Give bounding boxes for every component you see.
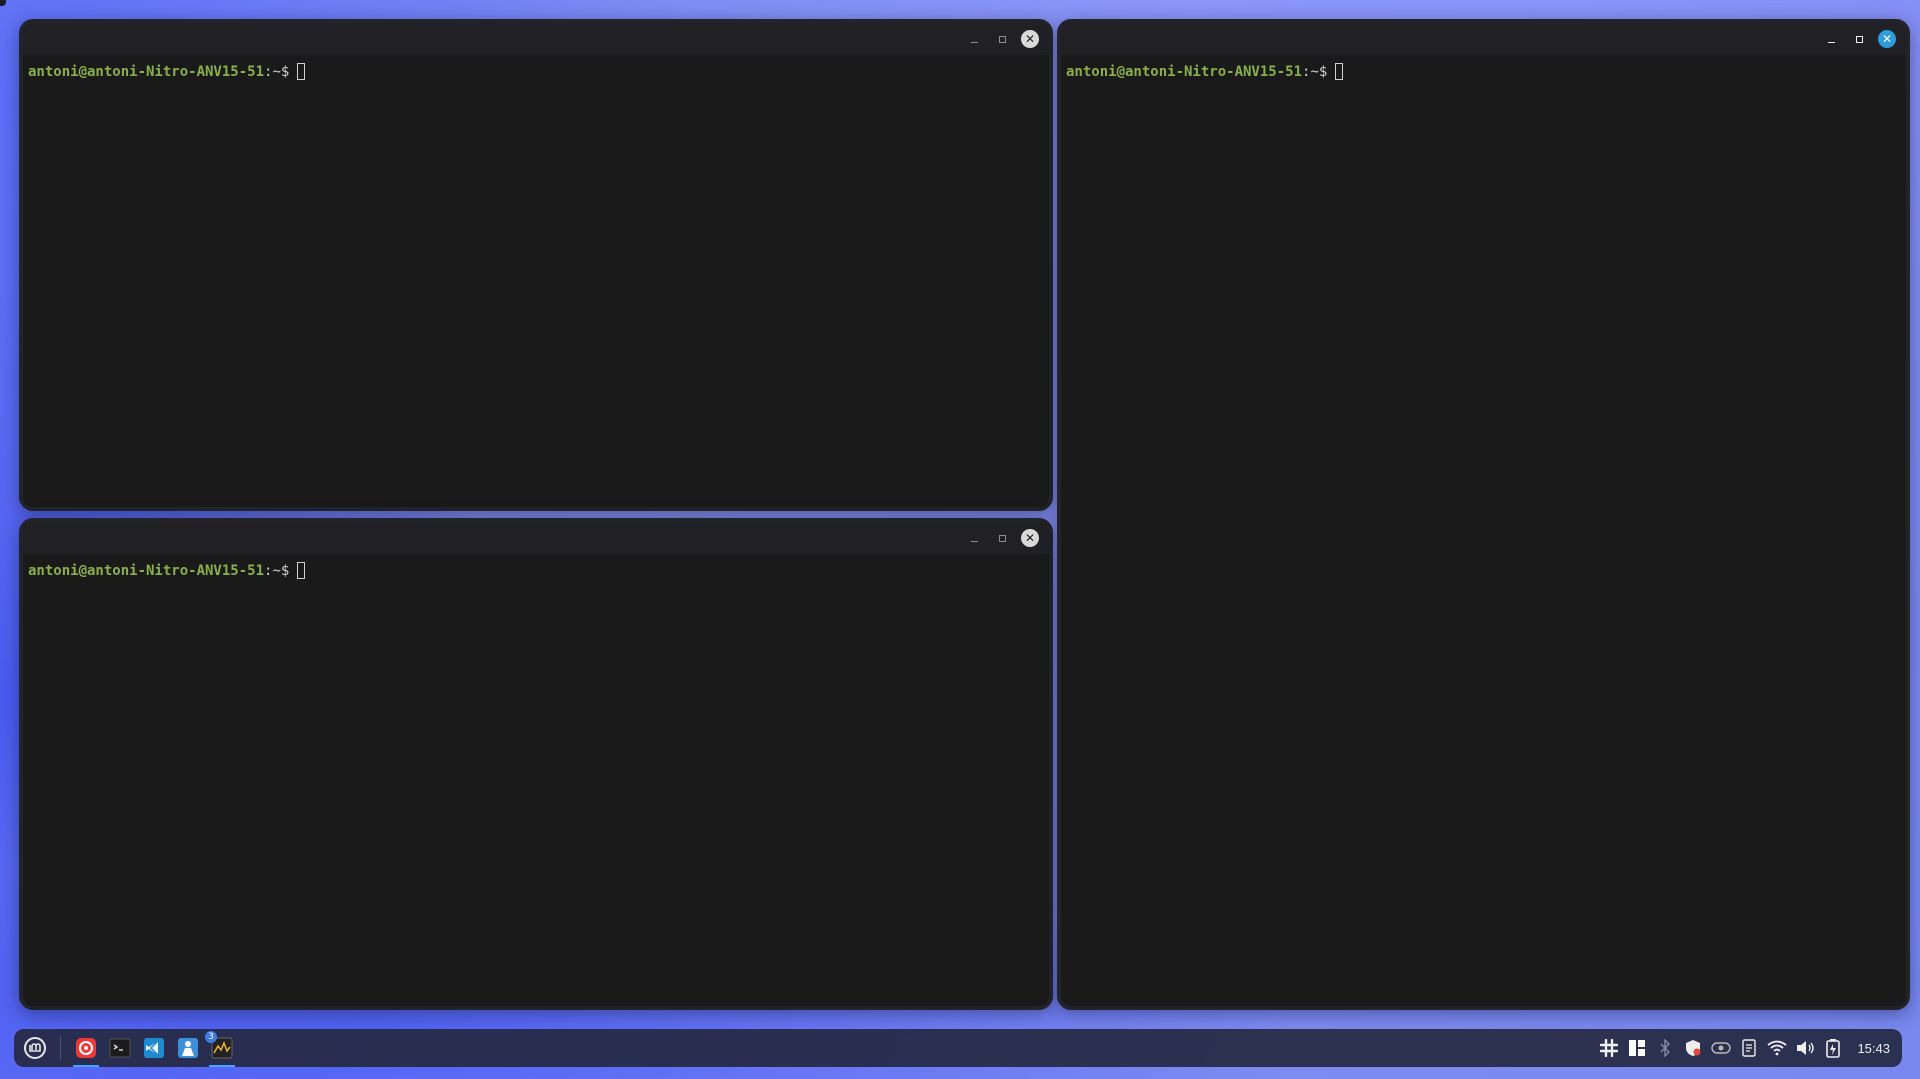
vivaldi-button[interactable]: [71, 1033, 101, 1067]
close-button[interactable]: ✕: [1878, 30, 1896, 48]
terminal-launcher-button[interactable]: [105, 1033, 135, 1063]
minimize-icon: [1827, 41, 1835, 43]
workspace-tray-button[interactable]: [1627, 1038, 1647, 1058]
prompt-symbol: :~$: [264, 563, 290, 579]
prompt-user-host: antoni@antoni-Nitro-ANV15-51: [28, 563, 265, 579]
taskbar-separator: [60, 1035, 61, 1061]
terminal-content[interactable]: antoni@antoni-Nitro-ANV15-51:~$: [1061, 55, 1906, 89]
minimize-icon: [970, 41, 978, 43]
notes-icon: [1742, 1039, 1757, 1057]
taskbar: 3 15:43: [14, 1029, 1902, 1067]
terminal-window-bottom-left[interactable]: ✕ antoni@antoni-Nitro-ANV15-51:~$: [19, 518, 1053, 1010]
workspace-icon: [1629, 1040, 1646, 1056]
close-icon: ✕: [1024, 32, 1036, 46]
clock[interactable]: 15:43: [1857, 1041, 1890, 1056]
prompt-user-host: antoni@antoni-Nitro-ANV15-51: [1066, 64, 1303, 80]
maximize-button[interactable]: [1850, 30, 1868, 48]
battery-tray-button[interactable]: [1823, 1038, 1843, 1058]
wifi-tray-button[interactable]: [1767, 1038, 1788, 1058]
close-button[interactable]: ✕: [1021, 30, 1039, 48]
mint-menu-icon: [24, 1037, 46, 1059]
window-controls: ✕: [965, 23, 1039, 55]
window-controls: ✕: [965, 522, 1039, 554]
bluetooth-tray-button[interactable]: [1655, 1038, 1675, 1058]
window-controls: ✕: [1822, 23, 1896, 55]
minimize-button[interactable]: [1822, 30, 1840, 48]
terminal-content[interactable]: antoni@antoni-Nitro-ANV15-51:~$: [23, 554, 1049, 588]
close-button[interactable]: ✕: [1021, 529, 1039, 547]
terminal-window-top-left[interactable]: ✕ antoni@antoni-Nitro-ANV15-51:~$: [19, 19, 1053, 511]
volume-icon: [1797, 1041, 1815, 1055]
software-manager-button[interactable]: [173, 1033, 203, 1063]
maximize-button[interactable]: [993, 529, 1011, 547]
prompt-symbol: :~$: [1302, 64, 1328, 80]
minimize-icon: [970, 540, 978, 542]
notes-tray-button[interactable]: [1739, 1038, 1759, 1058]
screen-corner: [0, 0, 6, 6]
minimize-button[interactable]: [965, 30, 983, 48]
mint-menu-button[interactable]: [20, 1033, 50, 1063]
nvidia-icon: [1711, 1042, 1732, 1054]
vivaldi-icon: [76, 1038, 96, 1058]
security-tray-button[interactable]: [1683, 1038, 1703, 1058]
volume-tray-button[interactable]: [1795, 1038, 1815, 1058]
titlebar[interactable]: ✕: [1061, 23, 1906, 55]
titlebar[interactable]: ✕: [23, 23, 1049, 55]
maximize-icon: [998, 35, 1006, 43]
wifi-icon: [1767, 1040, 1788, 1056]
software-manager-icon: [178, 1038, 198, 1058]
close-icon: ✕: [1024, 531, 1036, 545]
maximize-icon: [998, 534, 1006, 542]
nvidia-tray-button[interactable]: [1711, 1038, 1732, 1058]
close-icon: ✕: [1881, 32, 1893, 46]
system-tray: 15:43: [1599, 1029, 1890, 1067]
terminal-icon: [109, 1038, 131, 1058]
maximize-button[interactable]: [993, 30, 1011, 48]
minimize-button[interactable]: [965, 529, 983, 547]
system-monitor-button[interactable]: 3: [205, 1031, 237, 1067]
taskbar-launchers: 3: [20, 1029, 241, 1067]
terminal-cursor: [1335, 63, 1344, 80]
window-count-badge: 3: [205, 1031, 217, 1043]
maximize-icon: [1855, 35, 1863, 43]
vscode-button[interactable]: [139, 1033, 169, 1063]
terminal-cursor: [297, 63, 306, 80]
battery-icon: [1826, 1039, 1841, 1058]
prompt-symbol: :~$: [264, 64, 290, 80]
vscode-icon: [144, 1038, 164, 1058]
security-icon: [1686, 1040, 1701, 1056]
terminal-content[interactable]: antoni@antoni-Nitro-ANV15-51:~$: [23, 55, 1049, 89]
bluetooth-icon: [1660, 1039, 1671, 1057]
slack-icon: [1600, 1039, 1619, 1057]
terminal-window-right[interactable]: ✕ antoni@antoni-Nitro-ANV15-51:~$: [1057, 19, 1910, 1010]
titlebar[interactable]: ✕: [23, 522, 1049, 554]
slack-tray-button[interactable]: [1599, 1038, 1619, 1058]
prompt-user-host: antoni@antoni-Nitro-ANV15-51: [28, 64, 265, 80]
terminal-cursor: [297, 562, 306, 579]
